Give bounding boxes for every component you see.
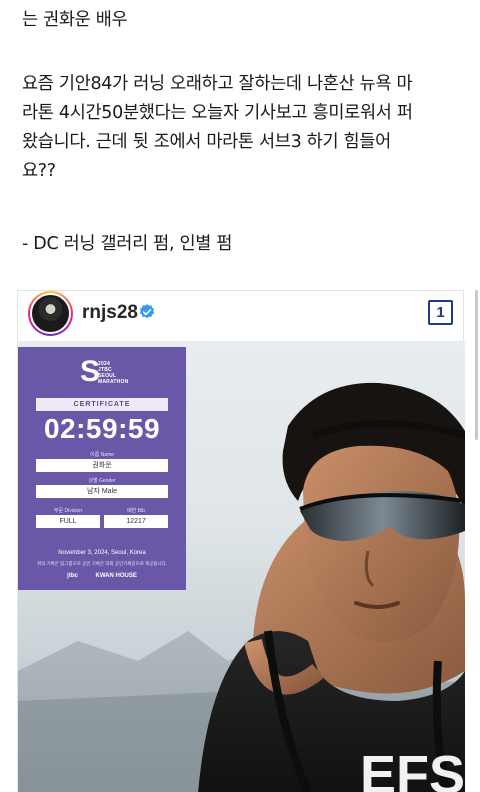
post-credit: - DC 러닝 갤러리 펌, 인별 펌 xyxy=(22,234,233,254)
logo-letter: S xyxy=(80,355,101,388)
post-line-1: 는 권화운 배우 xyxy=(22,10,128,30)
post-paragraph-line: 왔습니다. 근데 뒷 조에서 마라톤 서브3 하기 힘들어 xyxy=(22,132,391,152)
bib-label: 배번 Bib xyxy=(127,508,145,514)
post-paragraph: 요즘 기안84가 러닝 오래하고 잘하는데 나혼산 뉴욕 마 라톤 4시간50분… xyxy=(22,70,413,186)
marathon-certificate: S 2024 JTBC SEOUL MARATHON CERTIFICATE 0… xyxy=(18,347,186,590)
verified-badge-icon xyxy=(139,304,155,319)
bib-field: 배번 Bib 12217 xyxy=(104,507,168,528)
gender-label: 성별 Gender xyxy=(88,478,116,484)
post-paragraph-line: 요?? xyxy=(22,161,56,181)
name-label: 이름 Name xyxy=(90,452,114,458)
name-value: 권화운 xyxy=(36,459,168,472)
image-count-badge: 1 xyxy=(428,300,453,325)
gender-value: 남자 Male xyxy=(36,485,168,498)
avatar[interactable] xyxy=(28,291,73,336)
logo-lines: 2024 JTBC SEOUL MARATHON xyxy=(98,361,128,385)
instagram-header: rnjs28 1 xyxy=(18,291,463,339)
certificate-note: 위의 기록은 팀그룹으로 공인 기록은 대회 공인기록증으로 제공됩니다. xyxy=(36,561,168,566)
scrollbar[interactable] xyxy=(475,290,478,440)
division-label: 부문 Division xyxy=(53,508,83,514)
division-field: 부문 Division FULL xyxy=(36,507,100,528)
sponsor-logos: jtbc KWAN HOUSE xyxy=(18,573,186,579)
post-paragraph-line: 라톤 4시간50분했다는 오늘자 기사보고 흥미로워서 퍼 xyxy=(22,103,413,123)
name-field: 이름 Name 권화운 xyxy=(36,451,168,472)
post-photo[interactable]: EFS S 2024 JTBC SEOUL MARATHON CERTIFICA… xyxy=(18,341,465,792)
avatar-image xyxy=(30,293,71,334)
division-value: FULL xyxy=(36,515,100,528)
seoul-marathon-logo: S 2024 JTBC SEOUL MARATHON xyxy=(80,355,128,395)
gender-field: 성별 Gender 남자 Male xyxy=(36,477,168,498)
certificate-title: CERTIFICATE xyxy=(36,398,168,411)
post-paragraph-line: 요즘 기안84가 러닝 오래하고 잘하는데 나혼산 뉴욕 마 xyxy=(22,74,413,94)
sponsor-logo: jtbc xyxy=(67,573,78,579)
race-date: November 3, 2024, Seoul, Korea xyxy=(58,550,146,556)
finish-time: 02:59:59 xyxy=(43,413,161,444)
logo-line: MARATHON xyxy=(98,379,129,385)
bib-value: 12217 xyxy=(104,515,168,528)
shirt-logo-text: EFS xyxy=(360,745,465,792)
instagram-username[interactable]: rnjs28 xyxy=(82,302,138,324)
sponsor-logo: KWAN HOUSE xyxy=(95,573,137,579)
instagram-embed[interactable]: rnjs28 1 EFS S 2024 JTBC SEOUL MARATHON … xyxy=(17,290,465,792)
